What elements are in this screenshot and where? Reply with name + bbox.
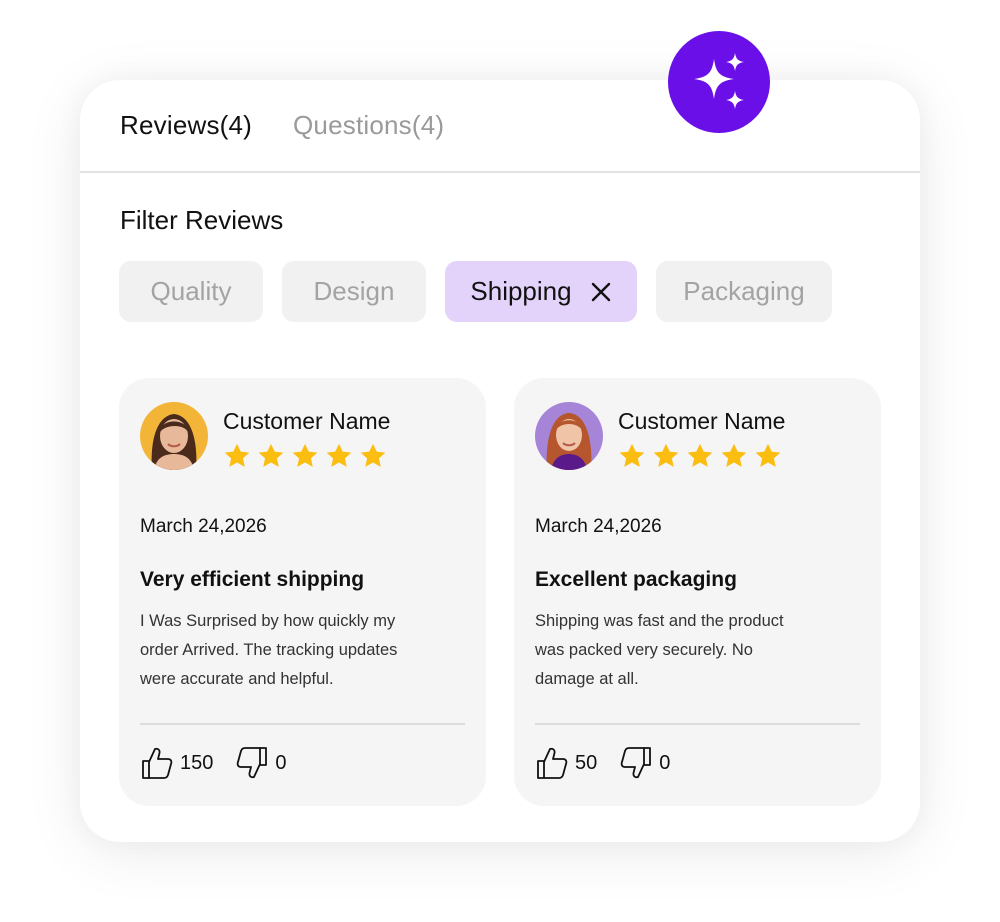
dislike-count: 0 — [659, 751, 671, 774]
review-title: Excellent packaging — [535, 568, 737, 591]
tab-divider — [80, 171, 920, 173]
star-rating — [222, 442, 388, 471]
star-icon — [258, 443, 284, 467]
star-icon — [721, 443, 747, 467]
vote-bar: 150 0 — [140, 743, 287, 783]
close-icon[interactable] — [590, 281, 612, 303]
star-rating — [617, 442, 783, 471]
star-icon — [292, 443, 318, 467]
review-body-line: Shipping was fast and the product — [535, 612, 784, 630]
card-divider — [535, 723, 860, 725]
thumbs-down-icon[interactable] — [235, 745, 269, 781]
star-icon — [755, 443, 781, 467]
filter-chip-quality[interactable]: Quality — [119, 261, 263, 322]
review-body-line: damage at all. — [535, 670, 639, 688]
chip-label: Quality — [150, 276, 232, 306]
filter-chip-packaging[interactable]: Packaging — [656, 261, 832, 322]
tab-reviews[interactable]: Reviews(4) — [120, 110, 252, 141]
customer-name: Customer Name — [223, 408, 391, 434]
star-icon — [653, 443, 679, 467]
chip-label: Packaging — [683, 276, 805, 306]
chip-label: Shipping — [470, 276, 572, 306]
review-body-line: was packed very securely. No — [535, 641, 753, 659]
review-card: Customer Name March 24,2026 Excellent pa… — [514, 378, 881, 806]
sparkles-icon — [694, 53, 744, 109]
review-title: Very efficient shipping — [140, 568, 365, 591]
filter-chip-shipping[interactable]: Shipping — [445, 261, 637, 322]
avatar — [535, 402, 603, 470]
review-body-line: were accurate and helpful. — [140, 670, 334, 688]
reviews-panel: Reviews(4) Questions(4) Filter Reviews Q… — [80, 80, 920, 842]
filter-title: Filter Reviews — [120, 205, 284, 235]
card-divider — [140, 723, 465, 725]
ai-sparkles-button[interactable] — [668, 31, 770, 133]
like-count: 150 — [180, 751, 214, 774]
chip-label: Design — [313, 276, 395, 306]
customer-name: Customer Name — [618, 408, 786, 434]
star-icon — [360, 443, 386, 467]
review-body: I Was Surprised by how quickly my order … — [140, 607, 460, 694]
review-body-line: order Arrived. The tracking updates — [140, 641, 398, 659]
tab-bar: Reviews(4) Questions(4) — [120, 80, 920, 172]
thumbs-up-icon[interactable] — [535, 745, 569, 781]
star-icon — [619, 443, 645, 467]
filter-chip-design[interactable]: Design — [282, 261, 426, 322]
star-icon — [687, 443, 713, 467]
thumbs-up-icon[interactable] — [140, 745, 174, 781]
dislike-count: 0 — [275, 751, 287, 774]
review-card: Customer Name March 24,2026 Very efficie… — [119, 378, 486, 806]
review-date: March 24,2026 — [535, 516, 662, 537]
star-icon — [326, 443, 352, 467]
thumbs-down-icon[interactable] — [619, 745, 653, 781]
avatar — [140, 402, 208, 470]
stage: Reviews(4) Questions(4) Filter Reviews Q… — [0, 0, 1000, 922]
tab-questions[interactable]: Questions(4) — [293, 110, 444, 141]
review-date: March 24,2026 — [140, 516, 267, 537]
vote-bar: 50 0 — [535, 743, 670, 783]
review-body-line: I Was Surprised by how quickly my — [140, 612, 396, 630]
like-count: 50 — [575, 751, 598, 774]
review-body: Shipping was fast and the product was pa… — [535, 607, 855, 694]
star-icon — [224, 443, 250, 467]
